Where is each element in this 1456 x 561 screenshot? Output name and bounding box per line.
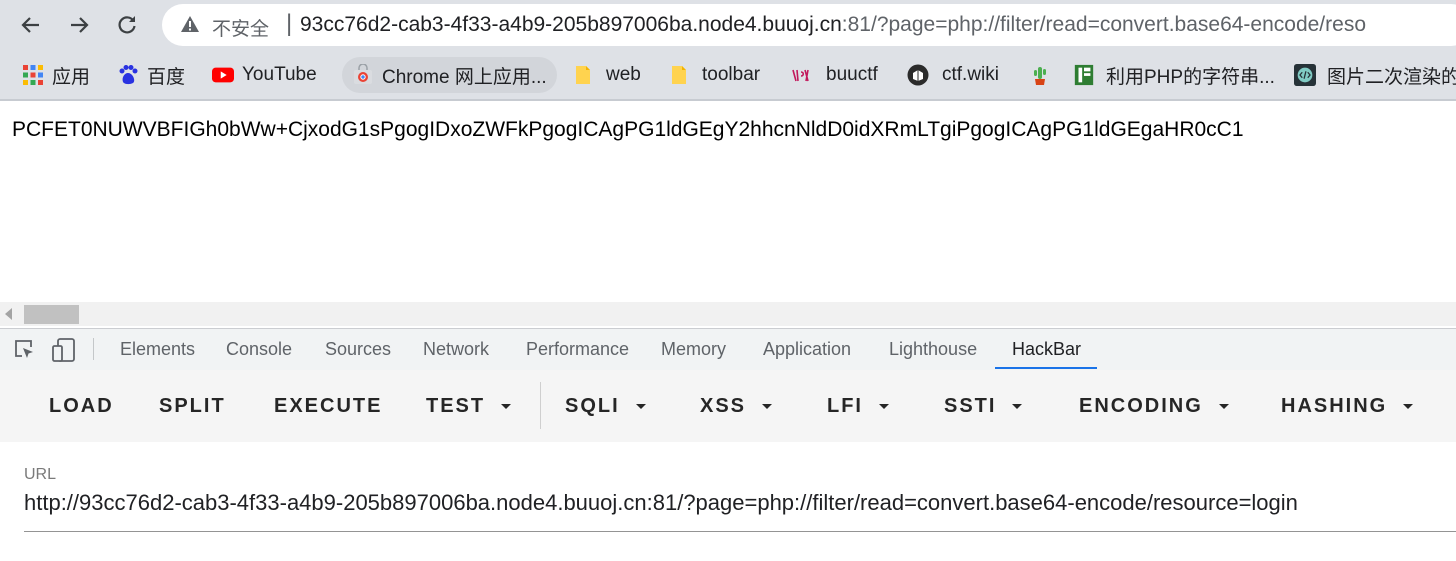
split-button[interactable]: SPLIT	[159, 395, 226, 418]
device-toolbar-icon[interactable]	[52, 338, 78, 362]
bookmark-label: ctf.wiki	[942, 64, 999, 85]
insecure-label[interactable]: 不安全	[212, 14, 269, 41]
test-dropdown[interactable]: TEST	[426, 395, 512, 418]
bookmark-toolbar[interactable]: toolbar	[668, 57, 760, 93]
bookmark-php-string[interactable]: 利用PHP的字符串...	[1073, 57, 1275, 93]
hashing-label: HASHING	[1281, 395, 1388, 417]
split-label: SPLIT	[159, 395, 226, 417]
tab-application[interactable]: Application	[763, 339, 851, 360]
apps-grid-icon	[23, 65, 43, 85]
devtools-tab-strip: Elements Console Sources Network Perform…	[0, 328, 1456, 371]
caret-down-icon	[762, 404, 773, 409]
load-button[interactable]: LOAD	[49, 395, 114, 418]
lfi-label: LFI	[827, 395, 863, 417]
bookmark-label: buuctf	[826, 64, 878, 85]
caret-down-icon	[501, 404, 512, 409]
tab-network[interactable]: Network	[423, 339, 489, 360]
bookmark-buuctf[interactable]: buuctf	[790, 57, 878, 93]
forward-button[interactable]	[63, 9, 95, 41]
tab-memory[interactable]: Memory	[661, 339, 726, 360]
hackbar-url-input[interactable]: http://93cc76d2-cab3-4f33-a4b9-205b89700…	[24, 490, 1456, 516]
xss-label: XSS	[700, 395, 747, 417]
back-button[interactable]	[15, 9, 47, 41]
folder-icon	[576, 66, 590, 84]
bookmark-label: YouTube	[242, 64, 317, 85]
bookmark-label: web	[606, 64, 641, 85]
caret-down-icon	[1218, 404, 1229, 409]
bookmark-label: 百度	[147, 66, 186, 88]
chrome-webstore-icon	[354, 64, 372, 84]
ssti-dropdown[interactable]: SSTI	[944, 395, 1023, 418]
tab-elements[interactable]: Elements	[120, 339, 195, 360]
menu-separator	[540, 382, 541, 429]
xss-dropdown[interactable]: XSS	[700, 395, 773, 418]
bookmark-chrome-webstore[interactable]: Chrome 网上应用...	[342, 57, 557, 93]
bookmark-cactus[interactable]	[1029, 57, 1051, 93]
green-doc-icon	[1074, 64, 1094, 86]
load-label: LOAD	[49, 395, 114, 417]
sqli-label: SQLI	[565, 395, 620, 417]
encoding-dropdown[interactable]: ENCODING	[1079, 395, 1229, 418]
bookmark-youtube[interactable]: YouTube	[212, 57, 317, 93]
code-icon	[1294, 64, 1316, 86]
url-field-label: URL	[24, 466, 57, 483]
url-field-underline	[24, 531, 1456, 532]
sqli-dropdown[interactable]: SQLI	[565, 395, 646, 418]
tab-console[interactable]: Console	[226, 339, 292, 360]
devtools-separator	[93, 338, 94, 360]
test-label: TEST	[426, 395, 486, 417]
bookmark-label: 应用	[52, 66, 91, 88]
reload-icon	[118, 16, 136, 34]
bookmark-apps[interactable]: 应用	[22, 57, 90, 93]
bookmark-label: toolbar	[702, 64, 761, 85]
page-base64-output: PCFET0NUWVBFIGh0bWw+CjxodG1sPgogIDxoZWFk…	[12, 118, 1244, 141]
address-url[interactable]: 93cc76d2-cab3-4f33-a4b9-205b897006ba.nod…	[300, 13, 1366, 37]
ssti-label: SSTI	[944, 395, 997, 417]
toolbar-divider	[0, 99, 1456, 101]
hackbar-menu: LOAD SPLIT EXECUTE TEST SQLI XSS LFI SST…	[0, 370, 1456, 442]
youtube-icon	[212, 67, 234, 83]
folder-icon	[672, 66, 686, 84]
execute-button[interactable]: EXECUTE	[274, 395, 382, 418]
arrow-left-icon	[21, 17, 39, 33]
bookmark-label: 利用PHP的字符串...	[1106, 66, 1275, 88]
url-path: :81/?page=php://filter/read=convert.base…	[841, 13, 1366, 36]
bookmark-baidu[interactable]: 百度	[117, 57, 185, 93]
ctfwiki-icon	[907, 64, 929, 86]
bookmark-label: Chrome 网上应用...	[382, 66, 547, 88]
bookmark-image-render[interactable]: 图片二次渲染的	[1294, 57, 1456, 93]
omnibox-separator: |	[286, 10, 293, 37]
inspect-element-icon[interactable]	[13, 338, 37, 362]
execute-label: EXECUTE	[274, 395, 383, 417]
caret-down-icon	[635, 404, 646, 409]
tab-lighthouse[interactable]: Lighthouse	[889, 339, 977, 360]
tab-sources[interactable]: Sources	[325, 339, 391, 360]
active-tab-indicator	[995, 367, 1097, 369]
address-bar[interactable]: 不安全 | 93cc76d2-cab3-4f33-a4b9-205b897006…	[162, 4, 1456, 46]
warning-icon	[181, 16, 199, 32]
tab-hackbar[interactable]: HackBar	[1012, 339, 1081, 360]
scroll-left-arrow-icon[interactable]	[5, 308, 12, 320]
scrollbar-thumb[interactable]	[24, 305, 79, 324]
horizontal-scrollbar[interactable]	[0, 302, 1456, 326]
buuctf-icon	[792, 69, 809, 82]
bookmark-label: 图片二次渲染的	[1327, 66, 1456, 88]
browser-toolbar: 不安全 | 93cc76d2-cab3-4f33-a4b9-205b897006…	[0, 0, 1456, 52]
hashing-dropdown[interactable]: HASHING	[1281, 395, 1414, 418]
caret-down-icon	[1012, 404, 1023, 409]
encoding-label: ENCODING	[1079, 395, 1203, 417]
caret-down-icon	[879, 404, 889, 409]
arrow-right-icon	[71, 17, 89, 33]
tab-performance[interactable]: Performance	[526, 339, 629, 360]
bookmark-web[interactable]: web	[572, 57, 641, 93]
baidu-icon	[119, 65, 138, 85]
lfi-dropdown[interactable]: LFI	[827, 395, 889, 418]
bookmarks-bar: 应用 百度 YouTube Chrome 网上应用... web toolbar…	[0, 52, 1456, 99]
cactus-icon	[1034, 67, 1046, 85]
bookmark-ctfwiki[interactable]: ctf.wiki	[907, 57, 999, 93]
url-host: 93cc76d2-cab3-4f33-a4b9-205b897006ba.nod…	[300, 13, 842, 36]
reload-button[interactable]	[111, 9, 143, 41]
caret-down-icon	[1403, 404, 1414, 409]
